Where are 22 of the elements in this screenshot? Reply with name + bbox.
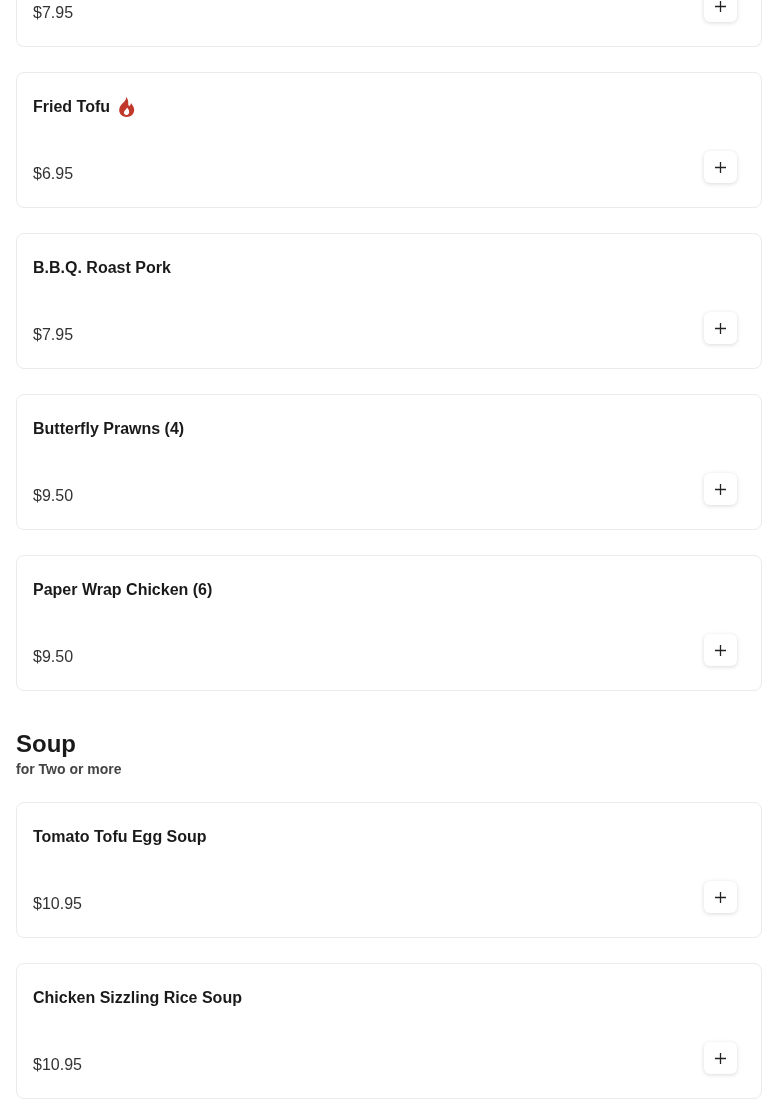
plus-icon bbox=[715, 0, 726, 12]
plus-icon bbox=[715, 483, 726, 495]
item-price: $9.50 bbox=[33, 486, 74, 506]
item-name: Tomato Tofu Egg Soup bbox=[33, 827, 207, 847]
item-price: $7.95 bbox=[33, 3, 74, 23]
item-name: Butterfly Prawns (4) bbox=[33, 419, 185, 439]
item-price: $9.50 bbox=[33, 647, 74, 667]
item-price: $6.95 bbox=[33, 164, 74, 184]
item-name: Paper Wrap Chicken (6) bbox=[33, 580, 213, 600]
item-price: $7.95 bbox=[33, 325, 74, 345]
plus-icon bbox=[715, 891, 726, 903]
item-name: B.B.Q. Roast Pork bbox=[33, 258, 171, 278]
plus-icon bbox=[715, 1052, 726, 1064]
plus-icon bbox=[715, 644, 726, 656]
item-price: $10.95 bbox=[33, 894, 82, 914]
section-subtitle: for Two or more bbox=[16, 760, 123, 779]
item-name: Fried Tofu bbox=[33, 97, 111, 117]
item-price: $10.95 bbox=[33, 1055, 82, 1075]
plus-icon bbox=[715, 161, 726, 173]
item-name: Chicken Sizzling Rice Soup bbox=[33, 988, 242, 1008]
section-title: Soup bbox=[16, 729, 77, 759]
plus-icon bbox=[715, 322, 726, 334]
